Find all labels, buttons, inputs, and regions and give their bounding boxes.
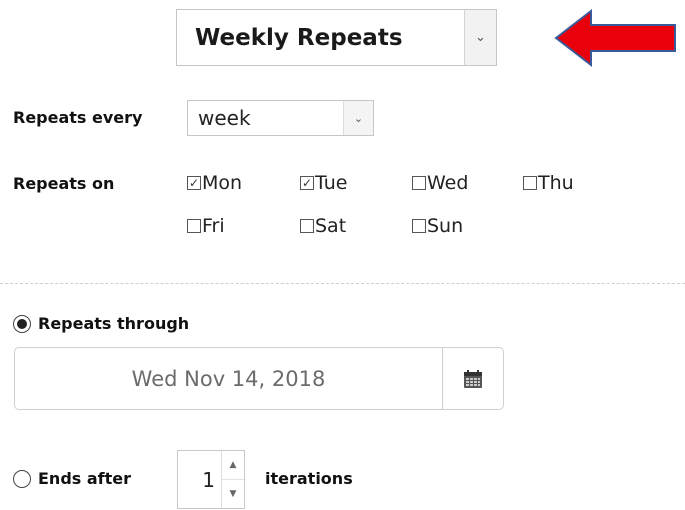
red-arrow-icon (554, 8, 676, 68)
iterations-input[interactable]: 1 (178, 451, 221, 508)
checkbox[interactable] (300, 219, 314, 233)
decrement-arrow-icon[interactable]: ▼ (222, 479, 244, 508)
day-label: Fri (202, 215, 225, 237)
repeats-on-label: Repeats on (13, 174, 115, 193)
repeats-through-label: Repeats through (38, 314, 190, 333)
checkbox[interactable] (412, 176, 426, 190)
repeats-every-value: week (198, 106, 251, 130)
day-label: Sat (315, 215, 347, 237)
repeat-type-select[interactable]: Weekly Repeats ⌄ (176, 9, 497, 66)
iterations-stepper[interactable]: 1 ▲ ▼ (177, 450, 245, 509)
end-date-picker[interactable]: Wed Nov 14, 2018 (14, 347, 504, 410)
radio-unselected[interactable] (13, 469, 31, 488)
day-checkbox-wed[interactable]: Wed (412, 172, 468, 194)
increment-arrow-icon[interactable]: ▲ (222, 451, 244, 479)
checkbox[interactable] (523, 176, 537, 190)
repeat-type-value: Weekly Repeats (195, 24, 403, 51)
ends-after-option[interactable]: Ends after (13, 469, 131, 488)
day-label: Tue (315, 172, 348, 194)
checkbox[interactable] (412, 219, 426, 233)
day-checkbox-tue[interactable]: ✓ Tue (300, 172, 347, 194)
repeats-every-select[interactable]: week ⌄ (187, 100, 374, 136)
day-label: Wed (427, 172, 469, 194)
calendar-button[interactable] (442, 348, 503, 409)
end-date-input[interactable]: Wed Nov 14, 2018 (15, 348, 442, 409)
checkbox[interactable]: ✓ (300, 176, 314, 190)
repeats-through-option[interactable]: Repeats through (13, 314, 189, 333)
day-label: Mon (202, 172, 243, 194)
radio-selected[interactable] (13, 314, 31, 333)
checkbox[interactable]: ✓ (187, 176, 201, 190)
day-checkbox-sat[interactable]: Sat (300, 215, 346, 237)
day-checkbox-thu[interactable]: Thu (523, 172, 574, 194)
day-checkbox-sun[interactable]: Sun (412, 215, 463, 237)
iterations-label: iterations (265, 469, 353, 488)
day-label: Sun (427, 215, 464, 237)
day-label: Thu (538, 172, 574, 194)
chevron-down-icon[interactable]: ⌄ (464, 10, 496, 65)
repeats-every-label: Repeats every (13, 108, 143, 127)
chevron-down-icon[interactable]: ⌄ (343, 101, 373, 135)
checkbox[interactable] (187, 219, 201, 233)
calendar-icon (464, 369, 482, 388)
section-divider (0, 283, 685, 284)
day-checkbox-mon[interactable]: ✓ Mon (187, 172, 242, 194)
day-checkbox-fri[interactable]: Fri (187, 215, 225, 237)
ends-after-label: Ends after (38, 469, 132, 488)
